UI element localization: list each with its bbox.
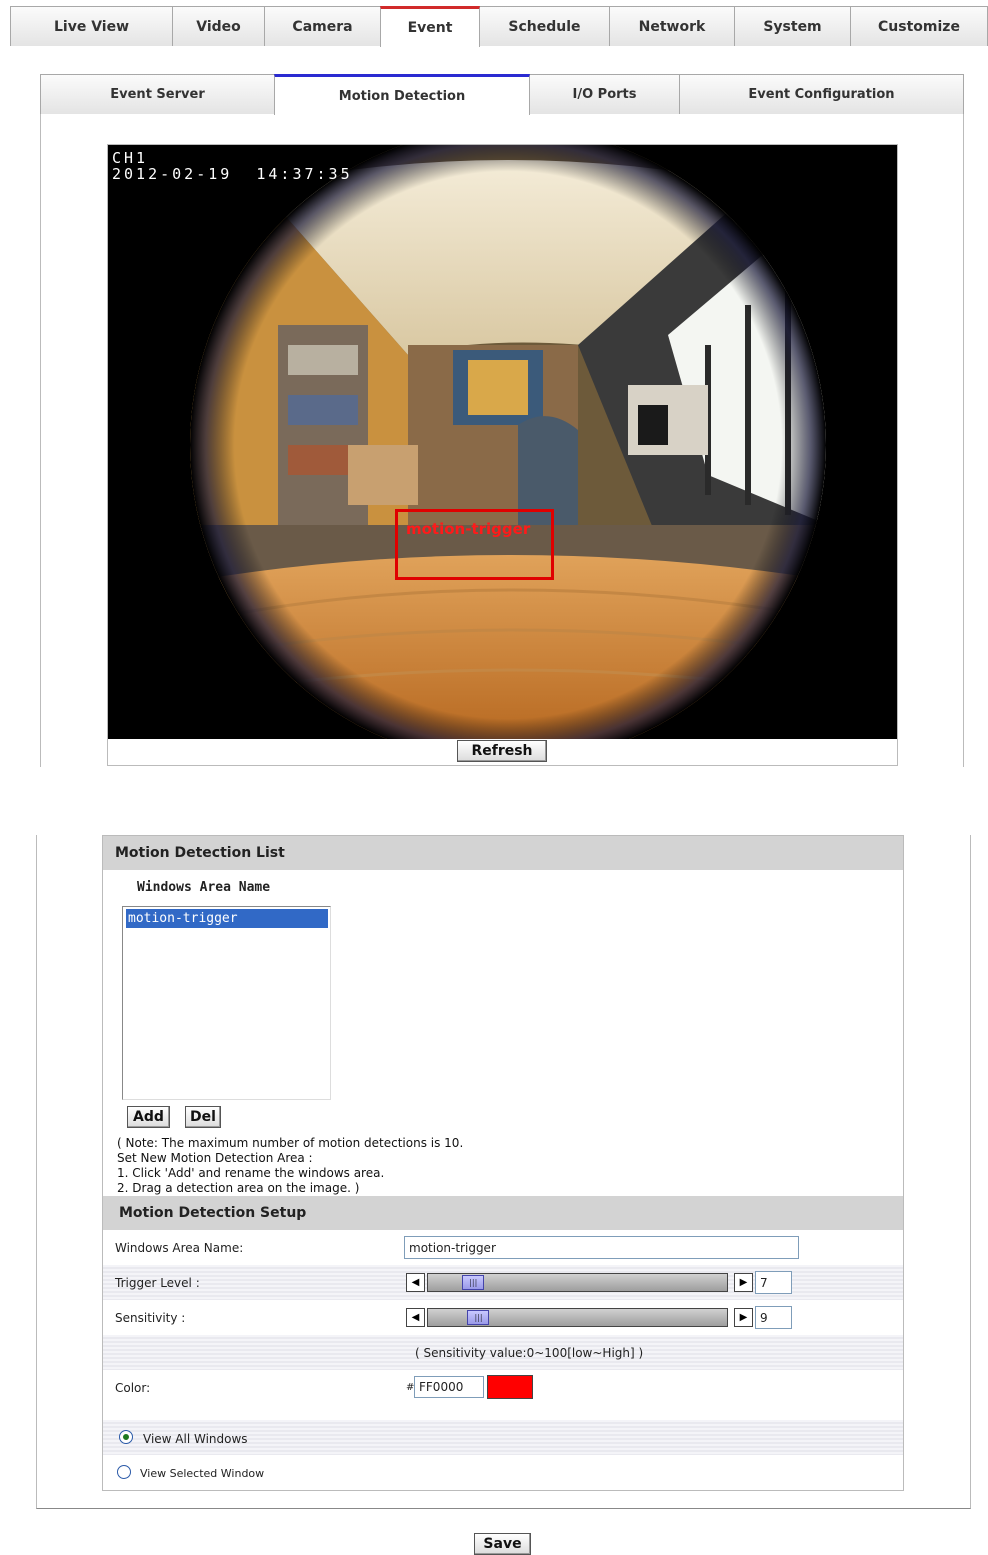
tab-system[interactable]: System	[734, 6, 851, 46]
sensitivity-hint: ( Sensitivity value:0~100[low~High] )	[415, 1346, 644, 1360]
sensitivity-label: Sensitivity :	[115, 1311, 186, 1325]
area-name-input[interactable]: motion-trigger	[404, 1236, 799, 1259]
sensitivity-slider[interactable]: |||	[427, 1308, 728, 1327]
motion-list-header: Motion Detection List	[103, 836, 903, 870]
osd-timestamp: 2012-02-19 14:37:35	[112, 165, 353, 183]
area-name-label: Windows Area Name:	[115, 1241, 244, 1255]
fisheye-scene	[108, 145, 897, 739]
subtab-event-server[interactable]: Event Server	[40, 74, 275, 114]
sensitivity-decrease-icon[interactable]: ◀	[406, 1308, 425, 1327]
main-nav: Live View Video Camera Event Schedule Ne…	[10, 6, 988, 47]
note-line-3: 1. Click 'Add' and rename the windows ar…	[117, 1166, 385, 1180]
color-swatch[interactable]	[487, 1375, 533, 1399]
motion-setup-header: Motion Detection Setup	[103, 1196, 903, 1230]
list-item[interactable]: motion-trigger	[126, 909, 328, 928]
subtab-event-configuration[interactable]: Event Configuration	[679, 74, 964, 114]
tab-network[interactable]: Network	[609, 6, 735, 46]
subtab-motion-detection[interactable]: Motion Detection	[274, 74, 530, 115]
refresh-button[interactable]: Refresh	[457, 740, 547, 762]
trigger-slider-thumb[interactable]: |||	[462, 1275, 485, 1290]
add-button[interactable]: Add	[127, 1106, 170, 1128]
event-subnav: Event Server Motion Detection I/O Ports …	[40, 74, 964, 115]
view-all-label: View All Windows	[143, 1432, 248, 1446]
trigger-decrease-icon[interactable]: ◀	[406, 1273, 425, 1292]
trigger-level-label: Trigger Level :	[115, 1276, 200, 1290]
tab-event[interactable]: Event	[380, 6, 480, 47]
sensitivity-increase-icon[interactable]: ▶	[734, 1308, 753, 1327]
subtab-io-ports[interactable]: I/O Ports	[529, 74, 680, 114]
tab-video[interactable]: Video	[172, 6, 265, 46]
tab-camera[interactable]: Camera	[264, 6, 381, 46]
trigger-level-input[interactable]: 7	[755, 1271, 792, 1294]
note-line-2: Set New Motion Detection Area :	[117, 1151, 313, 1165]
windows-area-list[interactable]	[122, 906, 331, 1100]
tab-live-view[interactable]: Live View	[10, 6, 173, 46]
note-line-1: ( Note: The maximum number of motion det…	[117, 1136, 464, 1150]
sensitivity-input[interactable]: 9	[755, 1306, 792, 1329]
camera-image[interactable]	[108, 145, 897, 739]
del-button[interactable]: Del	[185, 1106, 221, 1128]
trigger-level-slider[interactable]: |||	[427, 1273, 728, 1292]
view-selected-radio[interactable]	[117, 1465, 131, 1479]
view-all-radio[interactable]	[119, 1430, 133, 1444]
view-selected-label: View Selected Window	[140, 1467, 265, 1480]
trigger-increase-icon[interactable]: ▶	[734, 1273, 753, 1292]
list-column-header: Windows Area Name	[137, 880, 271, 895]
save-button[interactable]: Save	[474, 1533, 531, 1555]
color-label: Color:	[115, 1381, 151, 1395]
osd-channel: CH1	[112, 149, 149, 167]
tab-customize[interactable]: Customize	[850, 6, 988, 46]
tab-schedule[interactable]: Schedule	[479, 6, 610, 46]
note-line-4: 2. Drag a detection area on the image. )	[117, 1181, 360, 1195]
sensitivity-slider-thumb[interactable]: |||	[467, 1310, 490, 1325]
motion-area-label: motion-trigger	[406, 520, 531, 538]
color-input[interactable]: FF0000	[414, 1376, 484, 1398]
